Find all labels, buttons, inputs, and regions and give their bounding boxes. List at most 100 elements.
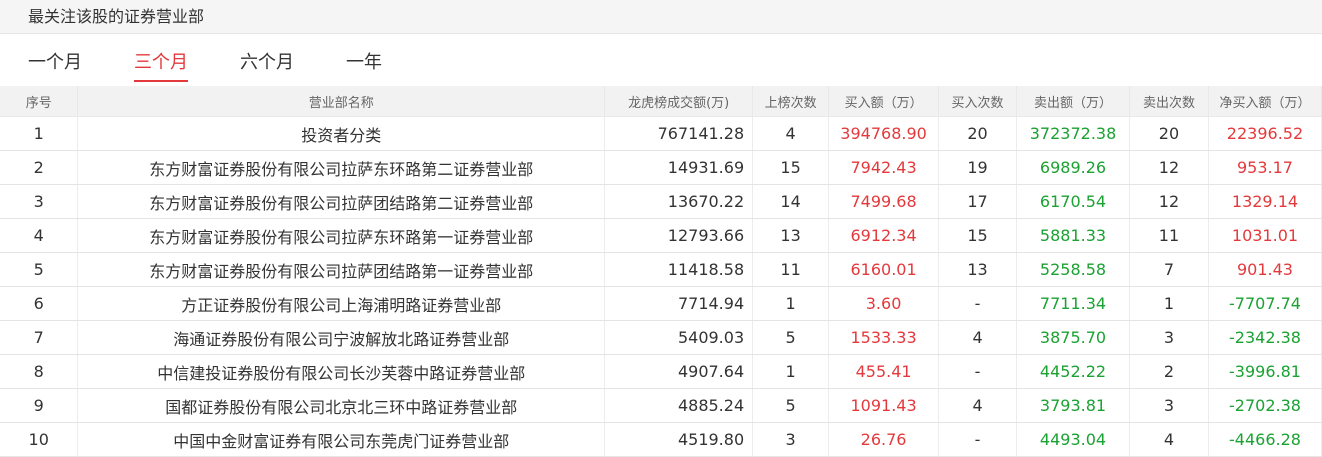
sell-amount: 3793.81 <box>1016 388 1130 423</box>
tab-three-months[interactable]: 三个月 <box>134 48 188 82</box>
broker-name-link[interactable]: 方正证券股份有限公司上海浦明路证券营业部 <box>77 286 606 321</box>
net-buy-amount: -2342.38 <box>1208 320 1322 355</box>
buy-amount: 7499.68 <box>828 184 940 219</box>
buy-amount: 1533.33 <box>828 320 940 355</box>
col-header-index[interactable]: 序号 <box>0 86 79 117</box>
table-row[interactable]: 3 东方财富证券股份有限公司拉萨团结路第二证券营业部 13670.22 14 7499.… <box>0 184 1322 219</box>
buy-count: - <box>938 286 1018 321</box>
sell-count: 12 <box>1129 184 1209 219</box>
sell-amount: 5881.33 <box>1016 218 1130 253</box>
row-index: 3 <box>0 184 79 219</box>
col-header-turnover[interactable]: 龙虎榜成交额(万) <box>604 86 754 117</box>
broker-name-link[interactable]: 中信建投证券股份有限公司长沙芙蓉中路证券营业部 <box>77 354 606 389</box>
col-header-sell-count[interactable]: 卖出次数 <box>1129 86 1209 117</box>
turnover-value: 4907.64 <box>604 354 754 389</box>
broker-name-link[interactable]: 东方财富证券股份有限公司拉萨东环路第二证券营业部 <box>77 150 606 185</box>
listing-times: 11 <box>752 252 830 287</box>
buy-amount: 1091.43 <box>828 388 940 423</box>
sell-count: 2 <box>1129 354 1209 389</box>
table-row[interactable]: 6 方正证券股份有限公司上海浦明路证券营业部 7714.94 1 3.60-7711.3… <box>0 286 1322 321</box>
row-index: 5 <box>0 252 79 287</box>
listing-times: 1 <box>752 286 830 321</box>
broker-name-link[interactable]: 国都证券股份有限公司北京北三环中路证券营业部 <box>77 388 606 423</box>
row-index: 2 <box>0 150 79 185</box>
col-header-sell-amount[interactable]: 卖出额（万） <box>1016 86 1130 117</box>
tab-six-months[interactable]: 六个月 <box>240 48 294 80</box>
tab-one-year[interactable]: 一年 <box>346 48 382 80</box>
turnover-value: 4885.24 <box>604 388 754 423</box>
broker-name-link[interactable]: 东方财富证券股份有限公司拉萨东环路第一证券营业部 <box>77 218 606 253</box>
turnover-value: 5409.03 <box>604 320 754 355</box>
broker-name-link[interactable]: 海通证券股份有限公司宁波解放北路证券营业部 <box>77 320 606 355</box>
row-index: 9 <box>0 388 79 423</box>
buy-count: 4 <box>938 388 1018 423</box>
net-buy-amount: 22396.52 <box>1208 116 1322 151</box>
buy-count: 4 <box>938 320 1018 355</box>
net-buy-amount: -2702.38 <box>1208 388 1322 423</box>
listing-times: 13 <box>752 218 830 253</box>
table-header-row: 序号 营业部名称 龙虎榜成交额(万) 上榜次数 买入额（万） 买入次数 卖出额（… <box>0 86 1322 117</box>
table-row[interactable]: 5 东方财富证券股份有限公司拉萨团结路第一证券营业部 11418.58 11 6160.… <box>0 252 1322 287</box>
sell-amount: 4452.22 <box>1016 354 1130 389</box>
sell-count: 3 <box>1129 320 1209 355</box>
table-row[interactable]: 1 投资者分类 767141.28 4 394768.90 20 372372.38 20 22… <box>0 116 1322 151</box>
col-header-net-buy[interactable]: 净买入额（万） <box>1208 86 1322 117</box>
listing-times: 3 <box>752 422 830 457</box>
turnover-value: 13670.22 <box>604 184 754 219</box>
row-index: 8 <box>0 354 79 389</box>
col-header-buy-amount[interactable]: 买入额（万） <box>828 86 940 117</box>
buy-count: 20 <box>938 116 1018 151</box>
row-index: 6 <box>0 286 79 321</box>
table-row[interactable]: 9 国都证券股份有限公司北京北三环中路证券营业部 4885.24 5 1091.43 4 3… <box>0 388 1322 423</box>
listing-times: 4 <box>752 116 830 151</box>
broker-name-link[interactable]: 东方财富证券股份有限公司拉萨团结路第一证券营业部 <box>77 252 606 287</box>
sell-count: 3 <box>1129 388 1209 423</box>
sell-amount: 6170.54 <box>1016 184 1130 219</box>
table-row[interactable]: 8 中信建投证券股份有限公司长沙芙蓉中路证券营业部 4907.64 1 455.41-4… <box>0 354 1322 389</box>
period-tabs: 一个月 三个月 六个月 一年 <box>0 34 1322 86</box>
buy-count: 17 <box>938 184 1018 219</box>
turnover-value: 4519.80 <box>604 422 754 457</box>
table-row[interactable]: 10 中国中金财富证券有限公司东莞虎门证券营业部 4519.80 3 26.76-449… <box>0 422 1322 457</box>
sell-amount: 4493.04 <box>1016 422 1130 457</box>
col-header-listing-times[interactable]: 上榜次数 <box>752 86 830 117</box>
listing-times: 5 <box>752 388 830 423</box>
listing-times: 5 <box>752 320 830 355</box>
section-header: 最关注该股的证券营业部 <box>0 0 1322 34</box>
sell-amount: 7711.34 <box>1016 286 1130 321</box>
table-row[interactable]: 2 东方财富证券股份有限公司拉萨东环路第二证券营业部 14931.69 15 7942.… <box>0 150 1322 185</box>
row-index: 1 <box>0 116 79 151</box>
broker-name-link[interactable]: 投资者分类 <box>77 116 606 151</box>
row-index: 10 <box>0 422 79 457</box>
net-buy-amount: -3996.81 <box>1208 354 1322 389</box>
buy-amount: 7942.43 <box>828 150 940 185</box>
tab-one-month[interactable]: 一个月 <box>28 48 82 80</box>
sell-count: 7 <box>1129 252 1209 287</box>
turnover-value: 12793.66 <box>604 218 754 253</box>
col-header-buy-count[interactable]: 买入次数 <box>938 86 1018 117</box>
sell-count: 12 <box>1129 150 1209 185</box>
table-row[interactable]: 4 东方财富证券股份有限公司拉萨东环路第一证券营业部 12793.66 13 6912.… <box>0 218 1322 253</box>
buy-amount: 6912.34 <box>828 218 940 253</box>
buy-amount: 26.76 <box>828 422 940 457</box>
buy-count: 13 <box>938 252 1018 287</box>
sell-count: 4 <box>1129 422 1209 457</box>
table-row[interactable]: 7 海通证券股份有限公司宁波解放北路证券营业部 5409.03 5 1533.33 4 38… <box>0 320 1322 355</box>
sell-amount: 5258.58 <box>1016 252 1130 287</box>
buy-count: 19 <box>938 150 1018 185</box>
col-header-broker-name[interactable]: 营业部名称 <box>77 86 606 117</box>
turnover-value: 11418.58 <box>604 252 754 287</box>
sell-count: 11 <box>1129 218 1209 253</box>
turnover-value: 7714.94 <box>604 286 754 321</box>
broker-name-link[interactable]: 东方财富证券股份有限公司拉萨团结路第二证券营业部 <box>77 184 606 219</box>
broker-table: 序号 营业部名称 龙虎榜成交额(万) 上榜次数 买入额（万） 买入次数 卖出额（… <box>0 86 1322 457</box>
broker-name-link[interactable]: 中国中金财富证券有限公司东莞虎门证券营业部 <box>77 422 606 457</box>
buy-count: - <box>938 354 1018 389</box>
buy-amount: 394768.90 <box>828 116 940 151</box>
sell-amount: 3875.70 <box>1016 320 1130 355</box>
buy-count: 15 <box>938 218 1018 253</box>
row-index: 4 <box>0 218 79 253</box>
buy-count: - <box>938 422 1018 457</box>
buy-amount: 455.41 <box>828 354 940 389</box>
net-buy-amount: -7707.74 <box>1208 286 1322 321</box>
